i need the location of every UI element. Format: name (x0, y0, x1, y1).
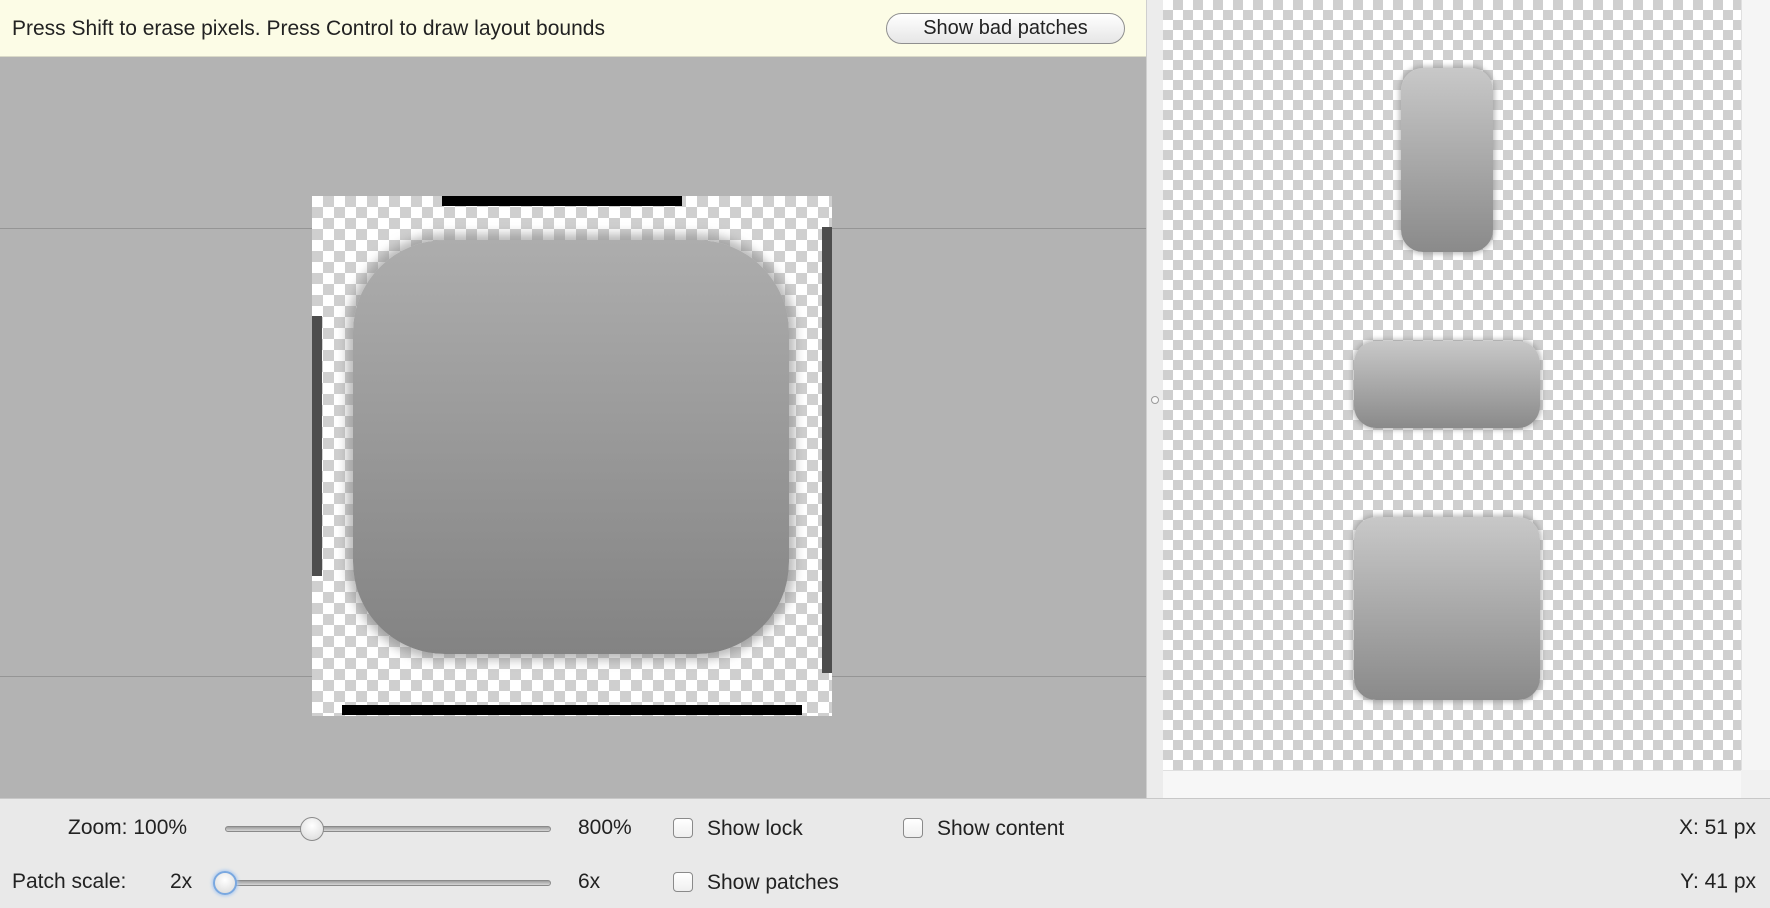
show-content-checkbox[interactable] (903, 818, 923, 838)
patch-scale-slider-knob[interactable] (213, 871, 237, 895)
zoom-label: Zoom: 100% (68, 816, 188, 839)
show-lock-label[interactable]: Show lock (707, 817, 803, 841)
patch-scale-slider[interactable] (225, 880, 551, 886)
show-bad-patches-button[interactable]: Show bad patches (886, 13, 1125, 44)
padding-marker-right[interactable] (822, 227, 832, 673)
rounded-rectangle-image (353, 240, 789, 654)
show-patches-label[interactable]: Show patches (707, 871, 839, 895)
preview-wide-stretch (1354, 341, 1540, 428)
preview-vertical-scrollbar[interactable] (1741, 0, 1770, 770)
preview-tall-stretch (1401, 68, 1493, 252)
stretch-marker-top[interactable] (442, 196, 682, 206)
patch-scale-min-label: 2x (170, 870, 193, 893)
show-patches-checkbox[interactable] (673, 872, 693, 892)
split-pane-handle-icon[interactable] (1151, 396, 1159, 404)
hint-bar: Press Shift to erase pixels. Press Contr… (0, 0, 1146, 57)
cursor-x-readout: X: 51 px (1678, 816, 1756, 839)
stretch-preview-area (1163, 0, 1741, 770)
zoom-max-label: 800% (578, 816, 632, 839)
patch-scale-label: Patch scale: (12, 870, 127, 893)
show-lock-checkbox[interactable] (673, 818, 693, 838)
hint-text: Press Shift to erase pixels. Press Contr… (12, 17, 605, 40)
padding-marker-bottom[interactable] (342, 705, 802, 715)
show-content-label[interactable]: Show content (937, 817, 1064, 841)
cursor-y-readout: Y: 41 px (1680, 870, 1756, 893)
nine-patch-editor-pane[interactable]: Press Shift to erase pixels. Press Contr… (0, 0, 1146, 798)
stretch-marker-left[interactable] (312, 316, 322, 576)
zoom-slider-knob[interactable] (300, 817, 324, 841)
preview-horizontal-scrollbar[interactable] (1163, 770, 1741, 798)
split-divider[interactable] (1146, 0, 1163, 798)
preview-pane (1146, 0, 1770, 798)
patch-image-canvas[interactable] (312, 196, 832, 716)
preview-full-stretch (1354, 517, 1540, 700)
controls-bar: Zoom: 100% 800% Patch scale: 2x 6x Show … (0, 798, 1770, 908)
zoom-slider[interactable] (225, 826, 551, 832)
patch-scale-max-label: 6x (578, 870, 601, 893)
